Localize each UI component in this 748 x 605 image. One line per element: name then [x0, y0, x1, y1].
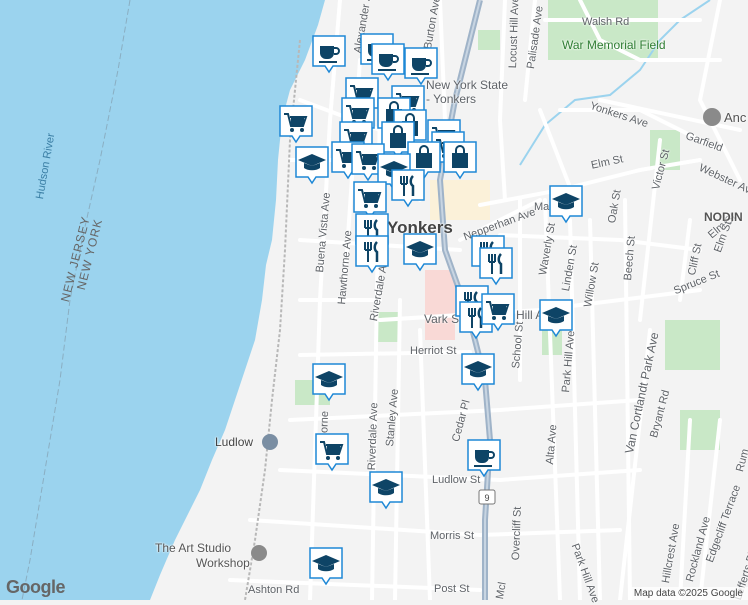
- svg-text:9: 9: [484, 493, 489, 503]
- graduation-cap-icon: [403, 233, 437, 272]
- graduation-cap-icon-marker[interactable]: [308, 546, 344, 586]
- shopping-bag-icon-marker[interactable]: [442, 140, 478, 180]
- graduation-cap-icon: [309, 547, 343, 586]
- anc-poi-icon: [703, 108, 721, 126]
- art-studio-poi-icon: [251, 545, 267, 561]
- locust-hill-ave-label: Locust Hill Ave: [507, 0, 522, 69]
- fork-knife-icon: [355, 235, 389, 274]
- ludlow-station-icon: [262, 434, 278, 450]
- graduation-cap-icon-marker[interactable]: [538, 298, 574, 338]
- graduation-cap-icon-marker[interactable]: [402, 232, 438, 272]
- graduation-cap-icon-marker[interactable]: [460, 352, 496, 392]
- post-st-label: Post St: [434, 583, 470, 595]
- shopping-cart-icon: [279, 105, 313, 144]
- shopping-cart-icon-marker[interactable]: [314, 432, 350, 472]
- ma-label: Ma: [534, 201, 550, 213]
- route-9-shield: 9: [478, 489, 496, 505]
- overcliff-st-label: Overcliff St: [510, 506, 524, 561]
- google-logo: Google: [6, 577, 66, 597]
- shopping-cart-icon: [481, 293, 515, 332]
- coffee-cup-icon: [312, 35, 346, 74]
- riverdale-ave-label-2: Riverdale Ave: [366, 402, 381, 471]
- shopping-cart-icon: [315, 433, 349, 472]
- coffee-cup-icon-marker[interactable]: [466, 438, 502, 478]
- fork-knife-icon-marker[interactable]: [478, 246, 514, 286]
- war-memorial-field-label: War Memorial Field: [562, 38, 666, 52]
- nys-yonkers-label-2: - Yonkers: [426, 92, 477, 106]
- anc-poi-label: Anc: [724, 110, 747, 125]
- ashton-rd-label: Ashton Rd: [248, 584, 300, 596]
- morris-st-label: Morris St: [430, 530, 474, 542]
- coffee-cup-icon-marker[interactable]: [311, 34, 347, 74]
- ludlow-station-label: Ludlow: [215, 435, 254, 449]
- graduation-cap-icon-marker[interactable]: [548, 184, 584, 224]
- graduation-cap-icon-marker[interactable]: [311, 362, 347, 402]
- graduation-cap-icon: [539, 299, 573, 338]
- map-attribution[interactable]: Map data ©2025 Google: [628, 587, 748, 600]
- graduation-cap-icon: [295, 146, 329, 185]
- coffee-cup-icon: [404, 47, 438, 86]
- fork-knife-icon-marker[interactable]: [354, 234, 390, 274]
- fork-knife-icon-marker[interactable]: [390, 168, 426, 208]
- fork-knife-icon: [479, 247, 513, 286]
- graduation-cap-icon: [369, 471, 403, 510]
- art-studio-label-2: Workshop: [196, 556, 250, 570]
- graduation-cap-icon: [312, 363, 346, 402]
- walsh-rd-label: Walsh Rd: [582, 16, 630, 28]
- graduation-cap-icon-marker[interactable]: [368, 470, 404, 510]
- shopping-cart-icon-marker[interactable]: [480, 292, 516, 332]
- fork-knife-icon: [391, 169, 425, 208]
- graduation-cap-icon: [461, 353, 495, 392]
- herriot-st-label: Herriot St: [410, 345, 457, 357]
- coffee-cup-icon-marker[interactable]: [403, 46, 439, 86]
- coffee-cup-icon: [467, 439, 501, 478]
- graduation-cap-icon: [549, 185, 583, 224]
- shopping-bag-icon: [443, 141, 477, 180]
- shopping-cart-icon-marker[interactable]: [278, 104, 314, 144]
- graduation-cap-icon-marker[interactable]: [294, 145, 330, 185]
- art-studio-label-1: The Art Studio: [155, 541, 232, 555]
